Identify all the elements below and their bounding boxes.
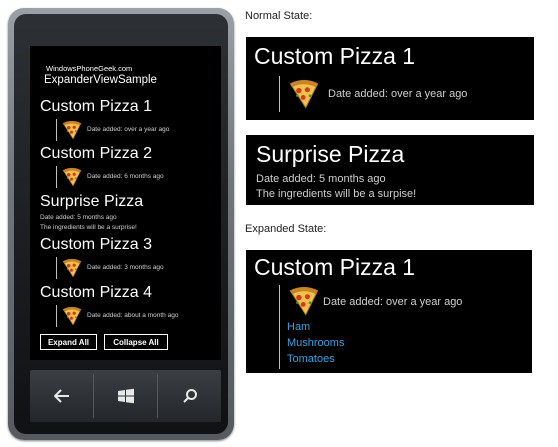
ingredient-item[interactable]: Ham: [287, 321, 310, 333]
ingredient-item[interactable]: Tomatoes: [287, 353, 335, 365]
pizza-icon: [61, 258, 83, 278]
panel-detail-row: Date added: over a year ago Ham Mushroom…: [279, 285, 462, 369]
date-added-label: Date added: 5 months ago: [40, 214, 117, 221]
expander-row-pizza-2: Date added: 6 months ago: [56, 166, 164, 188]
panel-title[interactable]: Surprise Pizza: [256, 141, 404, 168]
pizza-icon: [61, 306, 83, 326]
description-label: The ingredients will be a surprise!: [40, 224, 137, 231]
expander-header-pizza-3[interactable]: Custom Pizza 3: [40, 236, 152, 254]
date-added-label: Date added: over a year ago: [87, 126, 170, 133]
search-button[interactable]: [158, 370, 221, 422]
panel-title[interactable]: Custom Pizza 1: [254, 43, 415, 70]
expanded-panel-custom-pizza: Custom Pizza 1 Date added: over a year a…: [246, 250, 532, 373]
normal-panel-surprise-pizza: Surprise Pizza Date added: 5 months ago …: [246, 135, 534, 205]
back-icon: [53, 389, 69, 403]
hardware-buttons: [30, 370, 221, 422]
normal-state-caption: Normal State:: [245, 10, 313, 22]
panel-detail-row: Date added: over a year ago: [279, 76, 467, 112]
normal-panel-custom-pizza: Custom Pizza 1 Date added: over a year a…: [246, 37, 534, 120]
expander-header-pizza-1[interactable]: Custom Pizza 1: [40, 98, 152, 116]
date-added-label: Date added: over a year ago: [323, 296, 463, 308]
pizza-icon: [61, 120, 83, 140]
description-label: The ingredients will be a surpise!: [256, 188, 417, 200]
expander-row-pizza-3: Date added: 3 months ago: [56, 257, 164, 279]
expander-header-pizza-4[interactable]: Custom Pizza 4: [40, 284, 152, 302]
date-added-label: Date added: 6 months ago: [87, 173, 164, 180]
expanded-state-caption: Expanded State:: [245, 223, 327, 235]
expand-all-button[interactable]: Expand All: [40, 334, 97, 350]
date-added-label: Date added: 5 months ago: [256, 173, 386, 185]
app-title: ExpanderViewSample: [44, 74, 157, 86]
search-icon: [182, 389, 197, 403]
back-button[interactable]: [30, 370, 93, 422]
expander-header-pizza-2[interactable]: Custom Pizza 2: [40, 145, 152, 163]
pizza-icon: [287, 78, 321, 110]
start-button[interactable]: [94, 370, 157, 422]
expander-header-surprise-pizza[interactable]: Surprise Pizza: [40, 193, 143, 211]
windows-logo-icon: [117, 388, 134, 404]
expander-row-pizza-4: Date added: about a month ago: [56, 305, 178, 327]
expander-row-pizza-1: Date added: over a year ago: [56, 119, 169, 141]
pizza-icon: [287, 285, 321, 317]
collapse-all-button[interactable]: Collapse All: [104, 334, 168, 350]
phone-screen: WindowsPhoneGeek.com ExpanderViewSample …: [30, 46, 221, 360]
ingredient-item[interactable]: Mushrooms: [287, 337, 344, 349]
panel-title[interactable]: Custom Pizza 1: [254, 254, 415, 281]
site-label: WindowsPhoneGeek.com: [46, 64, 133, 73]
pizza-icon: [61, 167, 83, 187]
phone-device: WindowsPhoneGeek.com ExpanderViewSample …: [8, 8, 234, 440]
date-added-label: Date added: 3 months ago: [87, 264, 164, 271]
date-added-label: Date added: over a year ago: [328, 88, 468, 100]
date-added-label: Date added: about a month ago: [87, 312, 179, 319]
